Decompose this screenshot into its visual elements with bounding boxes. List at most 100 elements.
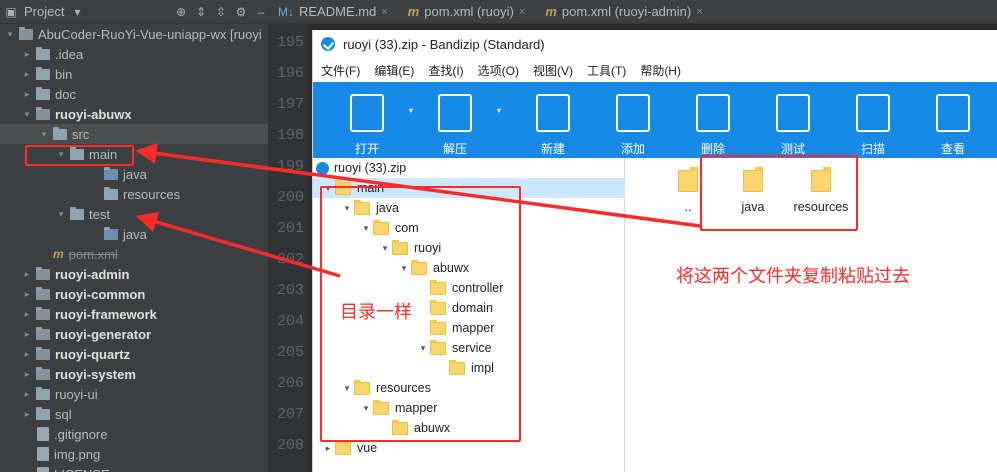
project-tree-item[interactable]: ▸ sql — [0, 404, 268, 424]
add-file-icon — [616, 94, 650, 132]
toolbar-button-new-archive[interactable]: 新建 — [523, 82, 583, 158]
minimize-icon[interactable]: – — [254, 5, 268, 19]
line-number: 197 — [276, 96, 304, 113]
menu-item[interactable]: 编辑(E) — [374, 62, 414, 79]
project-tree-item-label: java — [123, 166, 147, 182]
project-tree-item[interactable]: ▸ .idea — [0, 44, 268, 64]
chevron-right-icon[interactable]: ▸ — [21, 349, 33, 360]
toolbar-button-open[interactable]: ▾ 打开 — [337, 82, 413, 158]
folder-icon — [36, 406, 50, 420]
module-folder-icon — [19, 26, 33, 40]
menu-item[interactable]: 文件(F) — [321, 62, 360, 79]
project-tree-item[interactable]: LICENSE — [0, 464, 268, 472]
close-icon[interactable]: × — [381, 6, 387, 18]
file-icon — [37, 427, 49, 441]
menu-item[interactable]: 选项(O) — [478, 62, 519, 79]
view-list-icon — [936, 94, 970, 132]
module-folder-icon — [36, 286, 50, 300]
chevron-down-icon[interactable]: ▾ — [38, 129, 50, 140]
chevron-down-icon[interactable]: ▾ — [409, 106, 413, 115]
menu-item[interactable]: 工具(T) — [587, 62, 626, 79]
line-number: 202 — [276, 251, 304, 268]
menu-item[interactable]: 帮助(H) — [640, 62, 681, 79]
close-icon[interactable]: × — [519, 6, 525, 18]
archive-folder-label: .. — [684, 200, 692, 214]
chevron-right-icon[interactable]: ▸ — [321, 443, 335, 454]
chevron-right-icon[interactable]: ▸ — [21, 69, 33, 80]
toolbar-button-label: 打开 — [354, 142, 379, 156]
toolbar-button-delete-file[interactable]: 删除 — [683, 82, 743, 158]
project-tree-item[interactable]: ▸ ruoyi-system — [0, 364, 268, 384]
project-tree-item-label: doc — [55, 86, 76, 102]
chevron-right-icon[interactable]: ▸ — [21, 89, 33, 100]
chevron-right-icon[interactable]: ▸ — [21, 389, 33, 400]
project-tree-item[interactable]: ▸ ruoyi-quartz — [0, 344, 268, 364]
chevron-right-icon[interactable]: ▸ — [21, 289, 33, 300]
editor-tab[interactable]: m pom.xml (ruoyi-admin) × — [535, 0, 712, 24]
chevron-down-icon[interactable]: ▾ — [55, 209, 67, 220]
chevron-right-icon[interactable]: ▸ — [21, 369, 33, 380]
project-tree-item-label: pom.xml — [68, 246, 118, 262]
archive-root-row[interactable]: ruoyi (33).zip — [313, 158, 406, 178]
project-tree-item[interactable]: ▸ ruoyi-generator — [0, 324, 268, 344]
project-tree-item[interactable]: ▾ src — [0, 124, 268, 144]
chevron-right-icon[interactable]: ▸ — [21, 409, 33, 420]
editor-tab-label: pom.xml (ruoyi) — [424, 4, 514, 19]
chevron-down-icon[interactable]: ▾ — [4, 29, 16, 40]
line-number: 196 — [276, 65, 304, 82]
chevron-right-icon[interactable]: ▸ — [21, 329, 33, 340]
close-icon[interactable]: × — [696, 6, 702, 18]
chevron-down-icon[interactable]: ▾ — [70, 5, 84, 19]
project-tree-item[interactable]: ▸ doc — [0, 84, 268, 104]
folder-icon — [678, 167, 698, 192]
project-tree-item[interactable]: ▸ ruoyi-admin — [0, 264, 268, 284]
chevron-down-icon[interactable]: ▾ — [497, 106, 501, 115]
project-tree-item[interactable]: .gitignore — [0, 424, 268, 444]
toolbar-button-view-list[interactable]: 查看 — [923, 82, 983, 158]
line-number: 203 — [276, 282, 304, 299]
folder-icon — [36, 386, 50, 400]
bandizip-menu-bar: 文件(F) 编辑(E) 查找(I) 选项(O) 视图(V) 工具(T) 帮助(H) — [313, 58, 997, 82]
delete-file-icon — [696, 94, 730, 132]
toolbar-button-extract[interactable]: ▾ 解压 — [425, 82, 501, 158]
project-tree-item[interactable]: ▸ bin — [0, 64, 268, 84]
project-panel-title[interactable]: Project — [24, 4, 64, 19]
project-tree-item[interactable]: ▾ test — [0, 204, 268, 224]
maven-icon: m — [53, 247, 64, 261]
project-tree-item[interactable]: ▸ ruoyi-common — [0, 284, 268, 304]
folder-icon — [36, 46, 50, 60]
project-tree-item[interactable]: ▾ ruoyi-abuwx — [0, 104, 268, 124]
line-number-gutter: 195 196 197 198 199 200 201 202 203 204 205 206 207 2… — [268, 24, 308, 472]
editor-tab[interactable]: m pom.xml (ruoyi) × — [398, 0, 536, 24]
toolbar-button-scan-shield[interactable]: 扫描 — [843, 82, 903, 158]
chevron-down-icon[interactable]: ▾ — [21, 109, 33, 120]
toolbar-button-test[interactable]: 测试 — [763, 82, 823, 158]
project-tree-item[interactable]: img.png — [0, 444, 268, 464]
project-tree-item[interactable]: ▾ AbuCoder-RuoYi-Vue-uniapp-wx [ruoyi — [0, 24, 268, 44]
project-tree-item-label: ruoyi-admin — [55, 266, 130, 282]
toolbar-button-label: 添加 — [620, 142, 645, 156]
zip-icon — [316, 161, 329, 175]
project-tree-item[interactable]: ▸ ruoyi-framework — [0, 304, 268, 324]
project-tree-item[interactable]: resources — [0, 184, 268, 204]
locate-icon[interactable]: ⊕ — [174, 5, 188, 19]
project-tree-item-label: ruoyi-system — [55, 366, 136, 382]
chevron-right-icon[interactable]: ▸ — [21, 309, 33, 320]
chevron-right-icon[interactable]: ▸ — [21, 49, 33, 60]
project-tree-item[interactable]: java — [0, 164, 268, 184]
project-tree-item[interactable]: m pom.xml — [0, 244, 268, 264]
project-tree-item[interactable]: java — [0, 224, 268, 244]
file-icon — [37, 447, 49, 461]
toolbar-button-add-file[interactable]: 添加 — [603, 82, 663, 158]
gear-icon[interactable]: ⚙ — [234, 5, 248, 19]
editor-tab-label: README.md — [299, 4, 377, 19]
bandizip-title-bar: ruoyi (33).zip - Bandizip (Standard) — [313, 30, 997, 58]
menu-item[interactable]: 查找(I) — [428, 62, 463, 79]
editor-tab[interactable]: M↓ README.md × — [268, 0, 398, 24]
collapse-all-icon[interactable]: ⇳ — [214, 5, 228, 19]
project-tree-item-label: src — [72, 126, 90, 142]
menu-item[interactable]: 视图(V) — [533, 62, 573, 79]
expand-all-icon[interactable]: ⇕ — [194, 5, 208, 19]
project-tree-item[interactable]: ▸ ruoyi-ui — [0, 384, 268, 404]
chevron-right-icon[interactable]: ▸ — [21, 269, 33, 280]
